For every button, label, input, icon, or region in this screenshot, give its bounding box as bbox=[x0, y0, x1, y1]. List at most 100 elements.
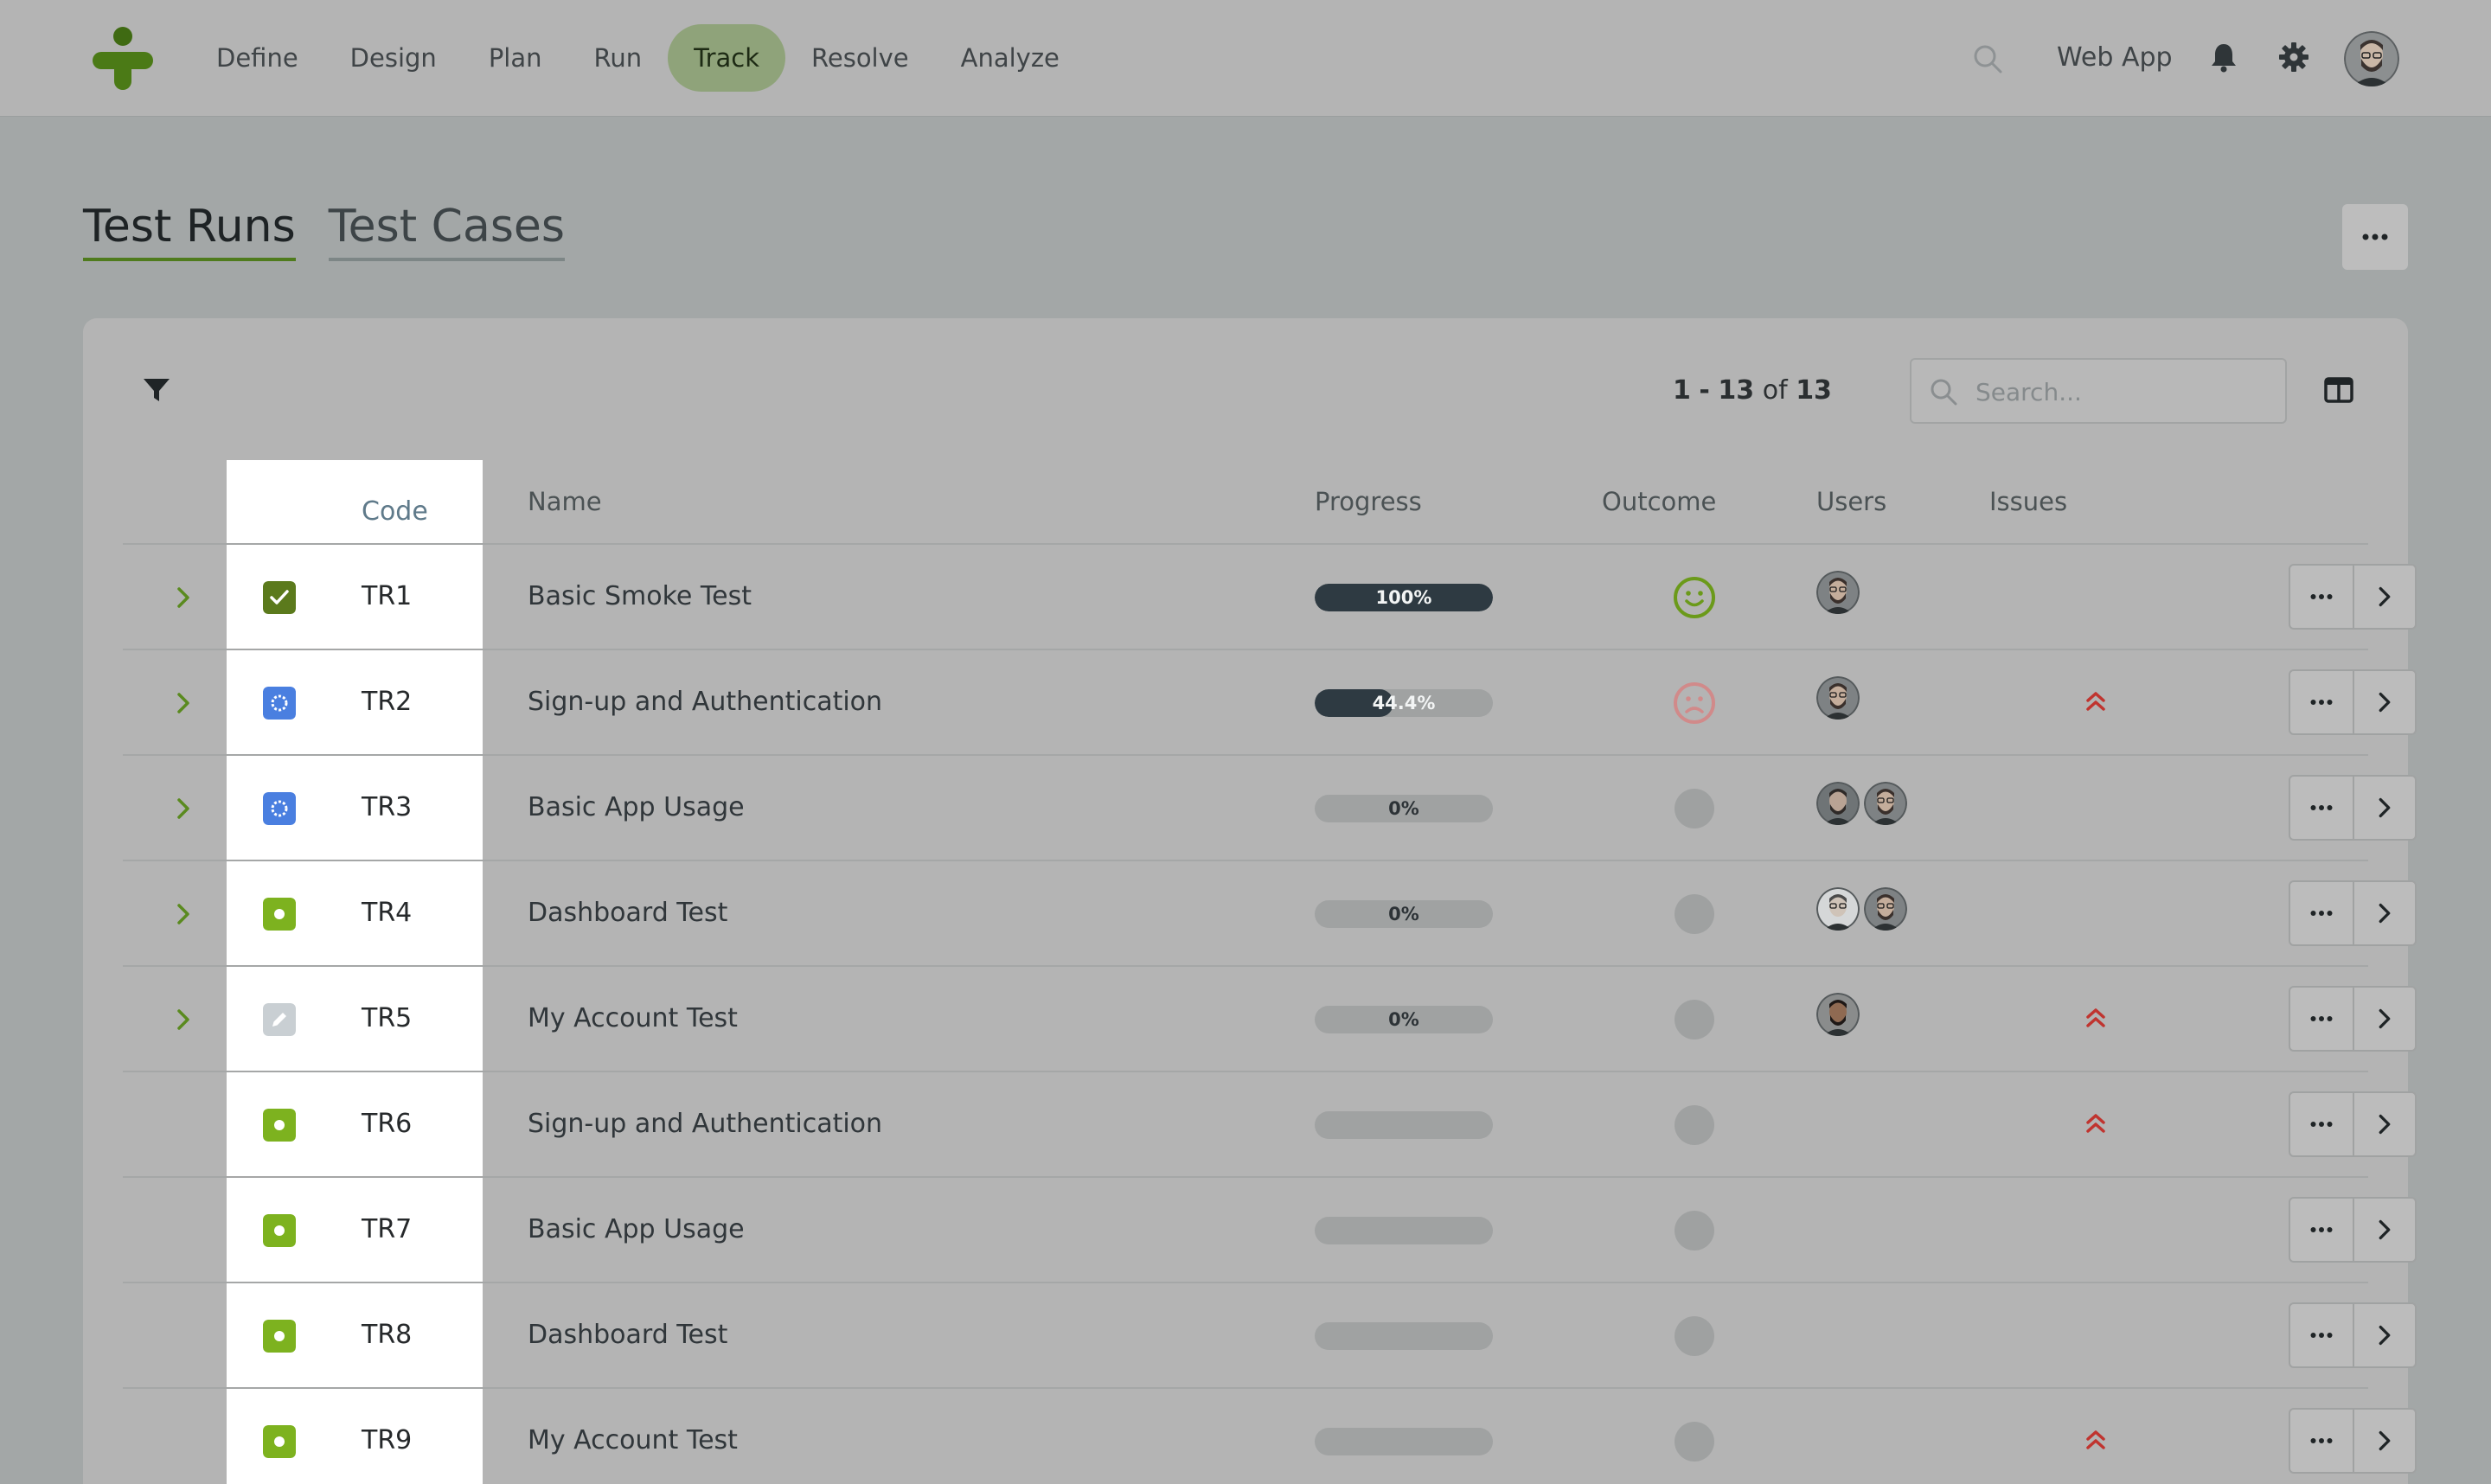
chevron-right-icon bbox=[2379, 586, 2391, 607]
row-name[interactable]: My Account Test bbox=[528, 1389, 738, 1484]
chevron-right-icon[interactable] bbox=[168, 793, 199, 824]
nav-item-track[interactable]: Track bbox=[668, 24, 786, 92]
outcome-none-icon bbox=[1675, 894, 1714, 934]
avatar[interactable] bbox=[1864, 782, 1907, 825]
table-row[interactable]: TR5 My Account Test 0% bbox=[123, 965, 2417, 1071]
table-row[interactable]: TR3 Basic App Usage 0% bbox=[123, 754, 2417, 860]
row-open-button[interactable] bbox=[2352, 1093, 2415, 1155]
row-users bbox=[1816, 782, 1911, 828]
row-open-button[interactable] bbox=[2352, 671, 2415, 733]
column-header-progress[interactable]: Progress bbox=[1315, 460, 1422, 543]
avatar[interactable] bbox=[1864, 887, 1907, 931]
row-more-button[interactable] bbox=[2290, 1093, 2353, 1155]
chevron-right-icon[interactable] bbox=[168, 1004, 199, 1035]
row-open-button[interactable] bbox=[2352, 1304, 2415, 1366]
row-open-button[interactable] bbox=[2352, 1410, 2415, 1472]
row-open-button[interactable] bbox=[2352, 566, 2415, 628]
search-input[interactable] bbox=[1976, 368, 2270, 415]
avatar[interactable] bbox=[1816, 571, 1860, 614]
row-name[interactable]: Basic App Usage bbox=[528, 756, 745, 860]
table-row[interactable]: TR9 My Account Test bbox=[123, 1387, 2417, 1484]
row-more-button[interactable] bbox=[2290, 777, 2353, 839]
chevron-right-icon[interactable] bbox=[168, 899, 199, 930]
avatar[interactable] bbox=[1816, 676, 1860, 720]
row-more-button[interactable] bbox=[2290, 988, 2353, 1050]
row-more-button[interactable] bbox=[2290, 882, 2353, 944]
table-row[interactable]: TR6 Sign-up and Authentication bbox=[123, 1071, 2417, 1176]
column-header-users[interactable]: Users bbox=[1816, 460, 1886, 543]
row-open-button[interactable] bbox=[2352, 1199, 2415, 1261]
row-name[interactable]: Basic Smoke Test bbox=[528, 545, 752, 649]
column-header-outcome[interactable]: Outcome bbox=[1602, 460, 1716, 543]
row-code[interactable]: TR5 bbox=[362, 967, 412, 1071]
row-code[interactable]: TR1 bbox=[362, 545, 412, 649]
row-code[interactable]: TR4 bbox=[362, 861, 412, 965]
row-actions bbox=[2289, 1091, 2417, 1157]
nav-item-design[interactable]: Design bbox=[324, 24, 463, 92]
table-row[interactable]: TR7 Basic App Usage bbox=[123, 1176, 2417, 1282]
nav-item-define[interactable]: Define bbox=[190, 24, 324, 92]
row-open-button[interactable] bbox=[2352, 988, 2415, 1050]
table-row[interactable]: TR8 Dashboard Test bbox=[123, 1282, 2417, 1387]
status-passed-icon bbox=[263, 581, 296, 614]
table-row[interactable]: TR2 Sign-up and Authentication 44.4% bbox=[123, 649, 2417, 754]
row-more-button[interactable] bbox=[2290, 1410, 2353, 1472]
avatar[interactable] bbox=[1816, 782, 1860, 825]
avatar[interactable] bbox=[1816, 887, 1860, 931]
row-name[interactable]: Sign-up and Authentication bbox=[528, 650, 882, 754]
bell-icon[interactable] bbox=[2209, 42, 2238, 73]
row-name[interactable]: Basic App Usage bbox=[528, 1178, 745, 1282]
double-chevron-up-icon[interactable] bbox=[2081, 1425, 2110, 1455]
row-name[interactable]: Dashboard Test bbox=[528, 861, 727, 965]
status-ready-icon bbox=[263, 1320, 296, 1353]
row-code[interactable]: TR3 bbox=[362, 756, 412, 860]
workspace-selector[interactable]: Web App bbox=[2057, 38, 2173, 78]
row-name[interactable]: My Account Test bbox=[528, 967, 738, 1071]
progress-bar: 0% bbox=[1315, 1006, 1493, 1033]
row-code[interactable]: TR9 bbox=[362, 1389, 412, 1484]
nav-item-plan[interactable]: Plan bbox=[463, 24, 568, 92]
column-header-name[interactable]: Name bbox=[528, 460, 602, 543]
row-more-button[interactable] bbox=[2290, 1199, 2353, 1261]
double-chevron-up-icon[interactable] bbox=[2081, 687, 2110, 716]
progress-bar: 100% bbox=[1315, 584, 1493, 611]
chevron-right-icon bbox=[2379, 903, 2391, 924]
chevron-right-icon[interactable] bbox=[168, 582, 199, 613]
user-avatar[interactable] bbox=[2344, 31, 2399, 86]
row-actions bbox=[2289, 986, 2417, 1052]
table-row[interactable]: TR4 Dashboard Test 0% bbox=[123, 860, 2417, 965]
row-more-button[interactable] bbox=[2290, 1304, 2353, 1366]
nav-item-resolve[interactable]: Resolve bbox=[785, 24, 935, 92]
avatar[interactable] bbox=[1816, 993, 1860, 1036]
double-chevron-up-icon[interactable] bbox=[2081, 1003, 2110, 1033]
progress-label: 0% bbox=[1388, 1009, 1419, 1030]
ellipsis-icon bbox=[2310, 1227, 2333, 1232]
progress-bar bbox=[1315, 1217, 1493, 1244]
row-code[interactable]: TR8 bbox=[362, 1283, 412, 1387]
table-row[interactable]: TR1 Basic Smoke Test 100% bbox=[123, 543, 2417, 649]
filter-icon[interactable] bbox=[142, 375, 171, 405]
tab-test-runs[interactable]: Test Runs bbox=[83, 201, 296, 261]
tab-test-cases[interactable]: Test Cases bbox=[328, 201, 566, 261]
row-open-button[interactable] bbox=[2352, 882, 2415, 944]
row-name[interactable]: Sign-up and Authentication bbox=[528, 1072, 882, 1176]
double-chevron-up-icon[interactable] bbox=[2081, 1109, 2110, 1138]
nav-item-run[interactable]: Run bbox=[568, 24, 669, 92]
column-header-issues[interactable]: Issues bbox=[1989, 460, 2067, 543]
nav-item-analyze[interactable]: Analyze bbox=[935, 24, 1085, 92]
row-name[interactable]: Dashboard Test bbox=[528, 1283, 727, 1387]
row-code[interactable]: TR6 bbox=[362, 1072, 412, 1176]
row-more-button[interactable] bbox=[2290, 671, 2353, 733]
row-users bbox=[1816, 676, 1864, 723]
row-more-button[interactable] bbox=[2290, 566, 2353, 628]
plus-logo-icon[interactable] bbox=[90, 26, 156, 92]
page-more-button[interactable] bbox=[2342, 204, 2408, 270]
columns-icon[interactable] bbox=[2323, 375, 2354, 405]
search-icon[interactable] bbox=[1972, 43, 2003, 74]
gear-icon[interactable] bbox=[2278, 42, 2309, 73]
row-code[interactable]: TR7 bbox=[362, 1178, 412, 1282]
pager-of: of bbox=[1762, 375, 1788, 406]
row-open-button[interactable] bbox=[2352, 777, 2415, 839]
row-code[interactable]: TR2 bbox=[362, 650, 412, 754]
chevron-right-icon[interactable] bbox=[168, 688, 199, 719]
